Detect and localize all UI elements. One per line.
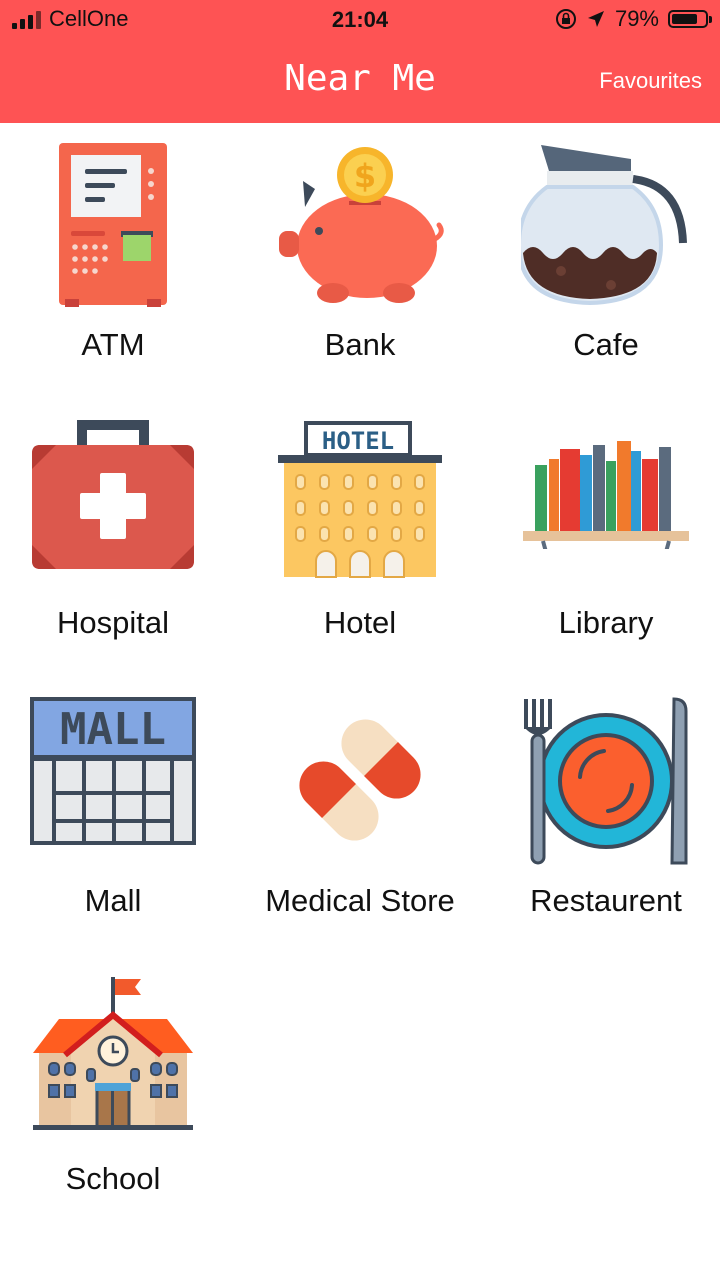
bookshelf-icon — [523, 441, 689, 549]
status-right: 79% — [555, 6, 712, 32]
favourites-button[interactable]: Favourites — [599, 68, 702, 94]
coffee-pot-icon — [521, 145, 687, 306]
battery-icon — [668, 10, 712, 28]
category-label: Medical Store — [265, 883, 455, 918]
category-label: Hospital — [57, 605, 169, 640]
category-label: Hotel — [323, 605, 397, 640]
category-medical-store[interactable]: Medical Store — [240, 679, 480, 957]
category-cafe[interactable]: Cafe — [486, 123, 720, 401]
svg-text:MALL: MALL — [60, 704, 166, 755]
category-hospital[interactable]: Hospital — [0, 401, 233, 679]
category-school[interactable]: School — [0, 957, 233, 1235]
status-bar: CellOne 21:04 79% — [0, 0, 720, 40]
category-library[interactable]: Library — [486, 401, 720, 679]
category-label: Bank — [324, 327, 396, 362]
category-label: Restaurent — [530, 883, 682, 918]
category-label: Cafe — [573, 327, 639, 362]
category-mall[interactable]: MALL Mall — [0, 679, 233, 957]
hotel-building-icon: HOTEL — [278, 421, 442, 578]
mall-building-icon: MALL — [30, 697, 196, 845]
category-atm[interactable]: ATM — [0, 123, 233, 401]
school-building-icon — [33, 977, 193, 1130]
category-label: School — [65, 1161, 161, 1196]
pills-icon — [299, 719, 421, 841]
first-aid-kit-icon — [32, 420, 194, 569]
piggy-bank-icon: $ — [279, 147, 444, 303]
category-label: Mall — [84, 883, 142, 918]
atm-icon — [59, 143, 167, 307]
orientation-lock-icon — [555, 9, 576, 29]
svg-text:HOTEL: HOTEL — [322, 427, 394, 455]
category-hotel[interactable]: HOTEL Hotel — [240, 401, 480, 679]
plate-fork-knife-icon — [524, 697, 688, 865]
battery-percent: 79% — [614, 6, 659, 31]
svg-text:$: $ — [354, 157, 376, 195]
category-label: Library — [558, 605, 654, 640]
category-restaurent[interactable]: Restaurent — [486, 679, 720, 957]
category-label: ATM — [81, 327, 145, 362]
category-bank[interactable]: $ Bank — [240, 123, 480, 401]
app-header: CellOne 21:04 79% Near Me Favourites — [0, 0, 720, 123]
location-arrow-icon — [587, 11, 604, 27]
